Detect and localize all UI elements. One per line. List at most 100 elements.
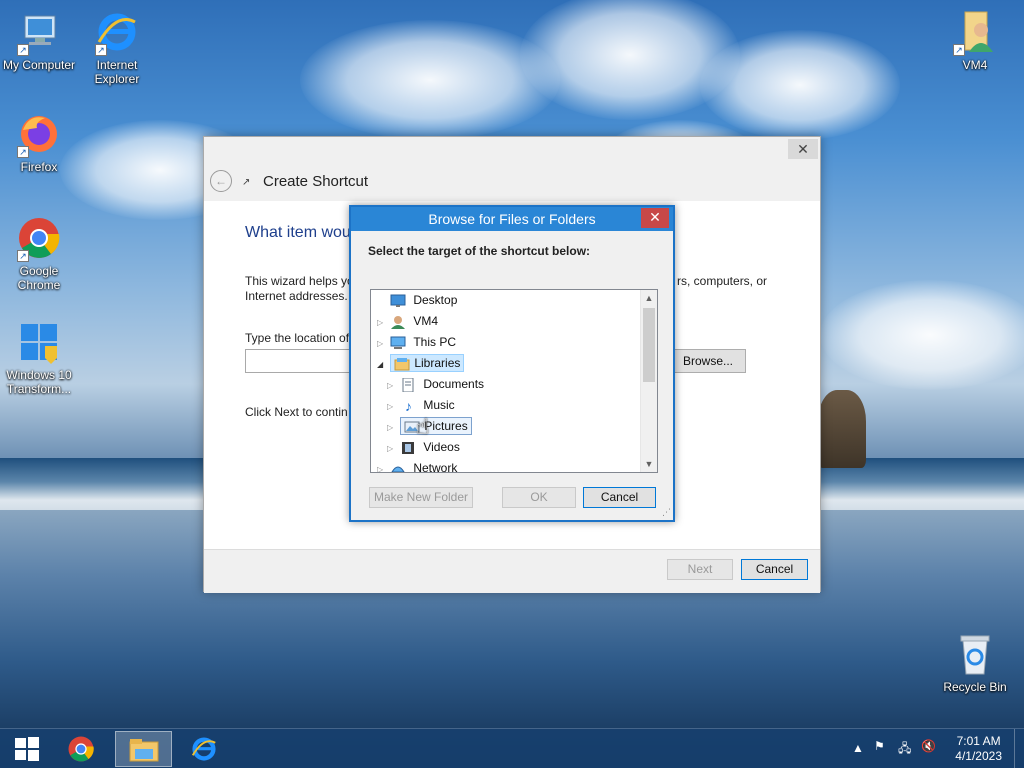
scroll-down-icon[interactable]: ▼ <box>641 456 657 472</box>
videos-icon <box>400 441 416 455</box>
tree-expander[interactable]: ▷ <box>387 417 397 438</box>
tree-item-network[interactable]: ▷ Network <box>377 458 460 473</box>
wizard-description-line2: Internet addresses. <box>245 289 348 303</box>
taskbar-internet-explorer-button[interactable] <box>177 731 231 767</box>
make-new-folder-button[interactable]: Make New Folder <box>369 487 473 508</box>
desktop-icon-label: My Computer <box>2 58 76 72</box>
desktop-icon-label: VM4 <box>962 58 988 72</box>
show-desktop-button[interactable] <box>1014 729 1024 768</box>
tree-expander[interactable]: ◢ <box>377 354 387 375</box>
desktop-icon-recycle-bin[interactable]: Recycle Bin <box>937 630 1013 694</box>
desktop-icon-label: Recycle Bin <box>943 680 1007 694</box>
wizard-description-line1: This wizard helps yo <box>245 274 354 288</box>
back-arrow-icon[interactable]: ← <box>210 170 232 192</box>
location-label: Type the location of <box>245 331 350 345</box>
desktop-icon-vm4[interactable]: ↗ VM4 <box>937 8 1013 72</box>
tree-item-documents[interactable]: ▷ Documents <box>387 374 487 395</box>
tree-item-label: VM4 <box>413 314 439 328</box>
tree-expander[interactable]: ▷ <box>377 459 387 472</box>
tree-expander[interactable]: ▷ <box>387 375 397 396</box>
tree-item-label: Videos <box>423 440 460 454</box>
shortcut-icon: ↗ <box>242 177 251 188</box>
desktop-icon-label: Google Chrome <box>17 264 61 292</box>
tree-item-label: Documents <box>423 377 485 391</box>
firefox-icon: ↗ <box>15 110 63 158</box>
start-button[interactable] <box>0 731 54 767</box>
tree-item-hovered: Pictures <box>400 417 472 435</box>
tree-item-label: This PC <box>413 335 457 349</box>
desktop-icon-my-computer[interactable]: ↗ My Computer <box>1 8 77 72</box>
tree-item-label: Pictures <box>424 419 468 433</box>
desktop-icon-internet-explorer[interactable]: ↗ Internet Explorer <box>79 8 155 86</box>
tree-item-libraries[interactable]: ◢ Libraries <box>377 353 465 375</box>
browse-button[interactable]: Browse... <box>670 349 746 373</box>
tree-item-music[interactable]: ▷ ♪ Music <box>387 395 458 416</box>
taskbar: ▲ ⚑ 🖧 🔇 7:01 AM 4/1/2023 <box>0 728 1024 768</box>
ok-button[interactable]: OK <box>502 487 576 508</box>
browse-instruction: Select the target of the shortcut below: <box>368 244 591 258</box>
tree-item-vm4[interactable]: ▷ VM4 <box>377 311 441 332</box>
computer-icon: ↗ <box>15 8 63 56</box>
taskbar-file-explorer-button[interactable] <box>115 731 172 767</box>
clock[interactable]: 7:01 AM 4/1/2023 <box>955 734 1002 764</box>
chrome-icon: ↗ <box>15 214 63 262</box>
show-hidden-icons-chevron-icon[interactable]: ▲ <box>852 741 864 768</box>
taskbar-chrome-button[interactable] <box>54 731 108 767</box>
internet-explorer-icon <box>191 737 216 761</box>
tree-expander[interactable]: ▷ <box>387 438 397 459</box>
wizard-close-button[interactable]: ✕ <box>788 139 818 159</box>
next-button[interactable]: Next <box>667 559 733 580</box>
windows-start-icon <box>15 737 39 761</box>
scroll-up-icon[interactable]: ▲ <box>641 290 657 306</box>
chrome-icon <box>68 736 94 762</box>
tree-item-this-pc[interactable]: ▷ This PC <box>377 332 459 353</box>
tree-item-label: Network <box>413 461 458 473</box>
resize-grip-icon[interactable]: ⋰ <box>662 507 671 518</box>
recycle-bin-icon <box>951 630 999 678</box>
folder-icon <box>129 739 158 762</box>
tree-expander[interactable]: ▷ <box>377 333 387 354</box>
desktop-icon-windows-10-transform[interactable]: Windows 10 Transform... <box>1 318 77 396</box>
desktop-icon-firefox[interactable]: ↗ Firefox <box>1 110 77 174</box>
browse-dialog-title: Browse for Files or Folders <box>428 211 596 227</box>
wizard-footer: Next Cancel <box>204 549 820 593</box>
tree-item-videos[interactable]: ▷ Videos <box>387 437 463 458</box>
desktop-icon-label: Windows 10 Transform... <box>6 368 72 396</box>
tree-item-label: Music <box>423 398 455 412</box>
clock-date: 4/1/2023 <box>955 749 1002 763</box>
network-icon[interactable]: 🖧 <box>898 739 911 768</box>
tree-item-desktop[interactable]: Desktop <box>377 290 460 311</box>
tree-expander[interactable]: ▷ <box>387 396 397 417</box>
close-icon[interactable]: ✕ <box>641 208 669 228</box>
desktop-icon-google-chrome[interactable]: ↗ Google Chrome <box>1 214 77 292</box>
volume-muted-icon[interactable]: 🔇 <box>921 739 936 768</box>
folder-tree[interactable]: Desktop ▷ VM4 ▷ This PC ◢ Libraries ▷ Do… <box>370 289 658 473</box>
user-icon <box>390 315 406 329</box>
windows-icon <box>15 318 63 366</box>
desktop-icon <box>390 294 406 308</box>
scroll-thumb[interactable] <box>643 308 655 382</box>
this-pc-icon <box>390 336 406 350</box>
next-hint-text: Click Next to contin <box>245 405 348 419</box>
tree-item-label: Libraries <box>414 356 461 370</box>
browse-dialog-titlebar[interactable]: Browse for Files or Folders ✕ <box>351 207 673 231</box>
documents-icon <box>400 377 416 393</box>
wizard-description-line1-end: rs, computers, or <box>677 274 768 288</box>
flag-icon[interactable]: ⚑ <box>874 739 885 768</box>
desktop-icon-label: Firefox <box>20 160 58 174</box>
clock-time: 7:01 AM <box>956 734 1001 748</box>
hand-cursor-icon: ☝ <box>416 414 430 439</box>
network-icon <box>390 462 406 472</box>
tree-scrollbar[interactable]: ▲ ▼ <box>640 290 657 472</box>
tree-expander[interactable]: ▷ <box>377 312 387 333</box>
user-folder-icon: ↗ <box>951 8 999 56</box>
browse-dialog: Browse for Files or Folders ✕ Select the… <box>349 205 675 522</box>
browse-cancel-button[interactable]: Cancel <box>583 487 656 508</box>
desktop-icon-label: Internet Explorer <box>94 58 140 86</box>
tree-item-selected: Libraries <box>390 354 465 372</box>
wizard-header: ✕ ← ↗ Create Shortcut <box>204 137 820 201</box>
wizard-heading: What item wou <box>245 224 351 241</box>
wizard-cancel-button[interactable]: Cancel <box>741 559 808 580</box>
tree-item-label: Desktop <box>413 293 458 307</box>
music-icon: ♪ <box>404 397 412 414</box>
